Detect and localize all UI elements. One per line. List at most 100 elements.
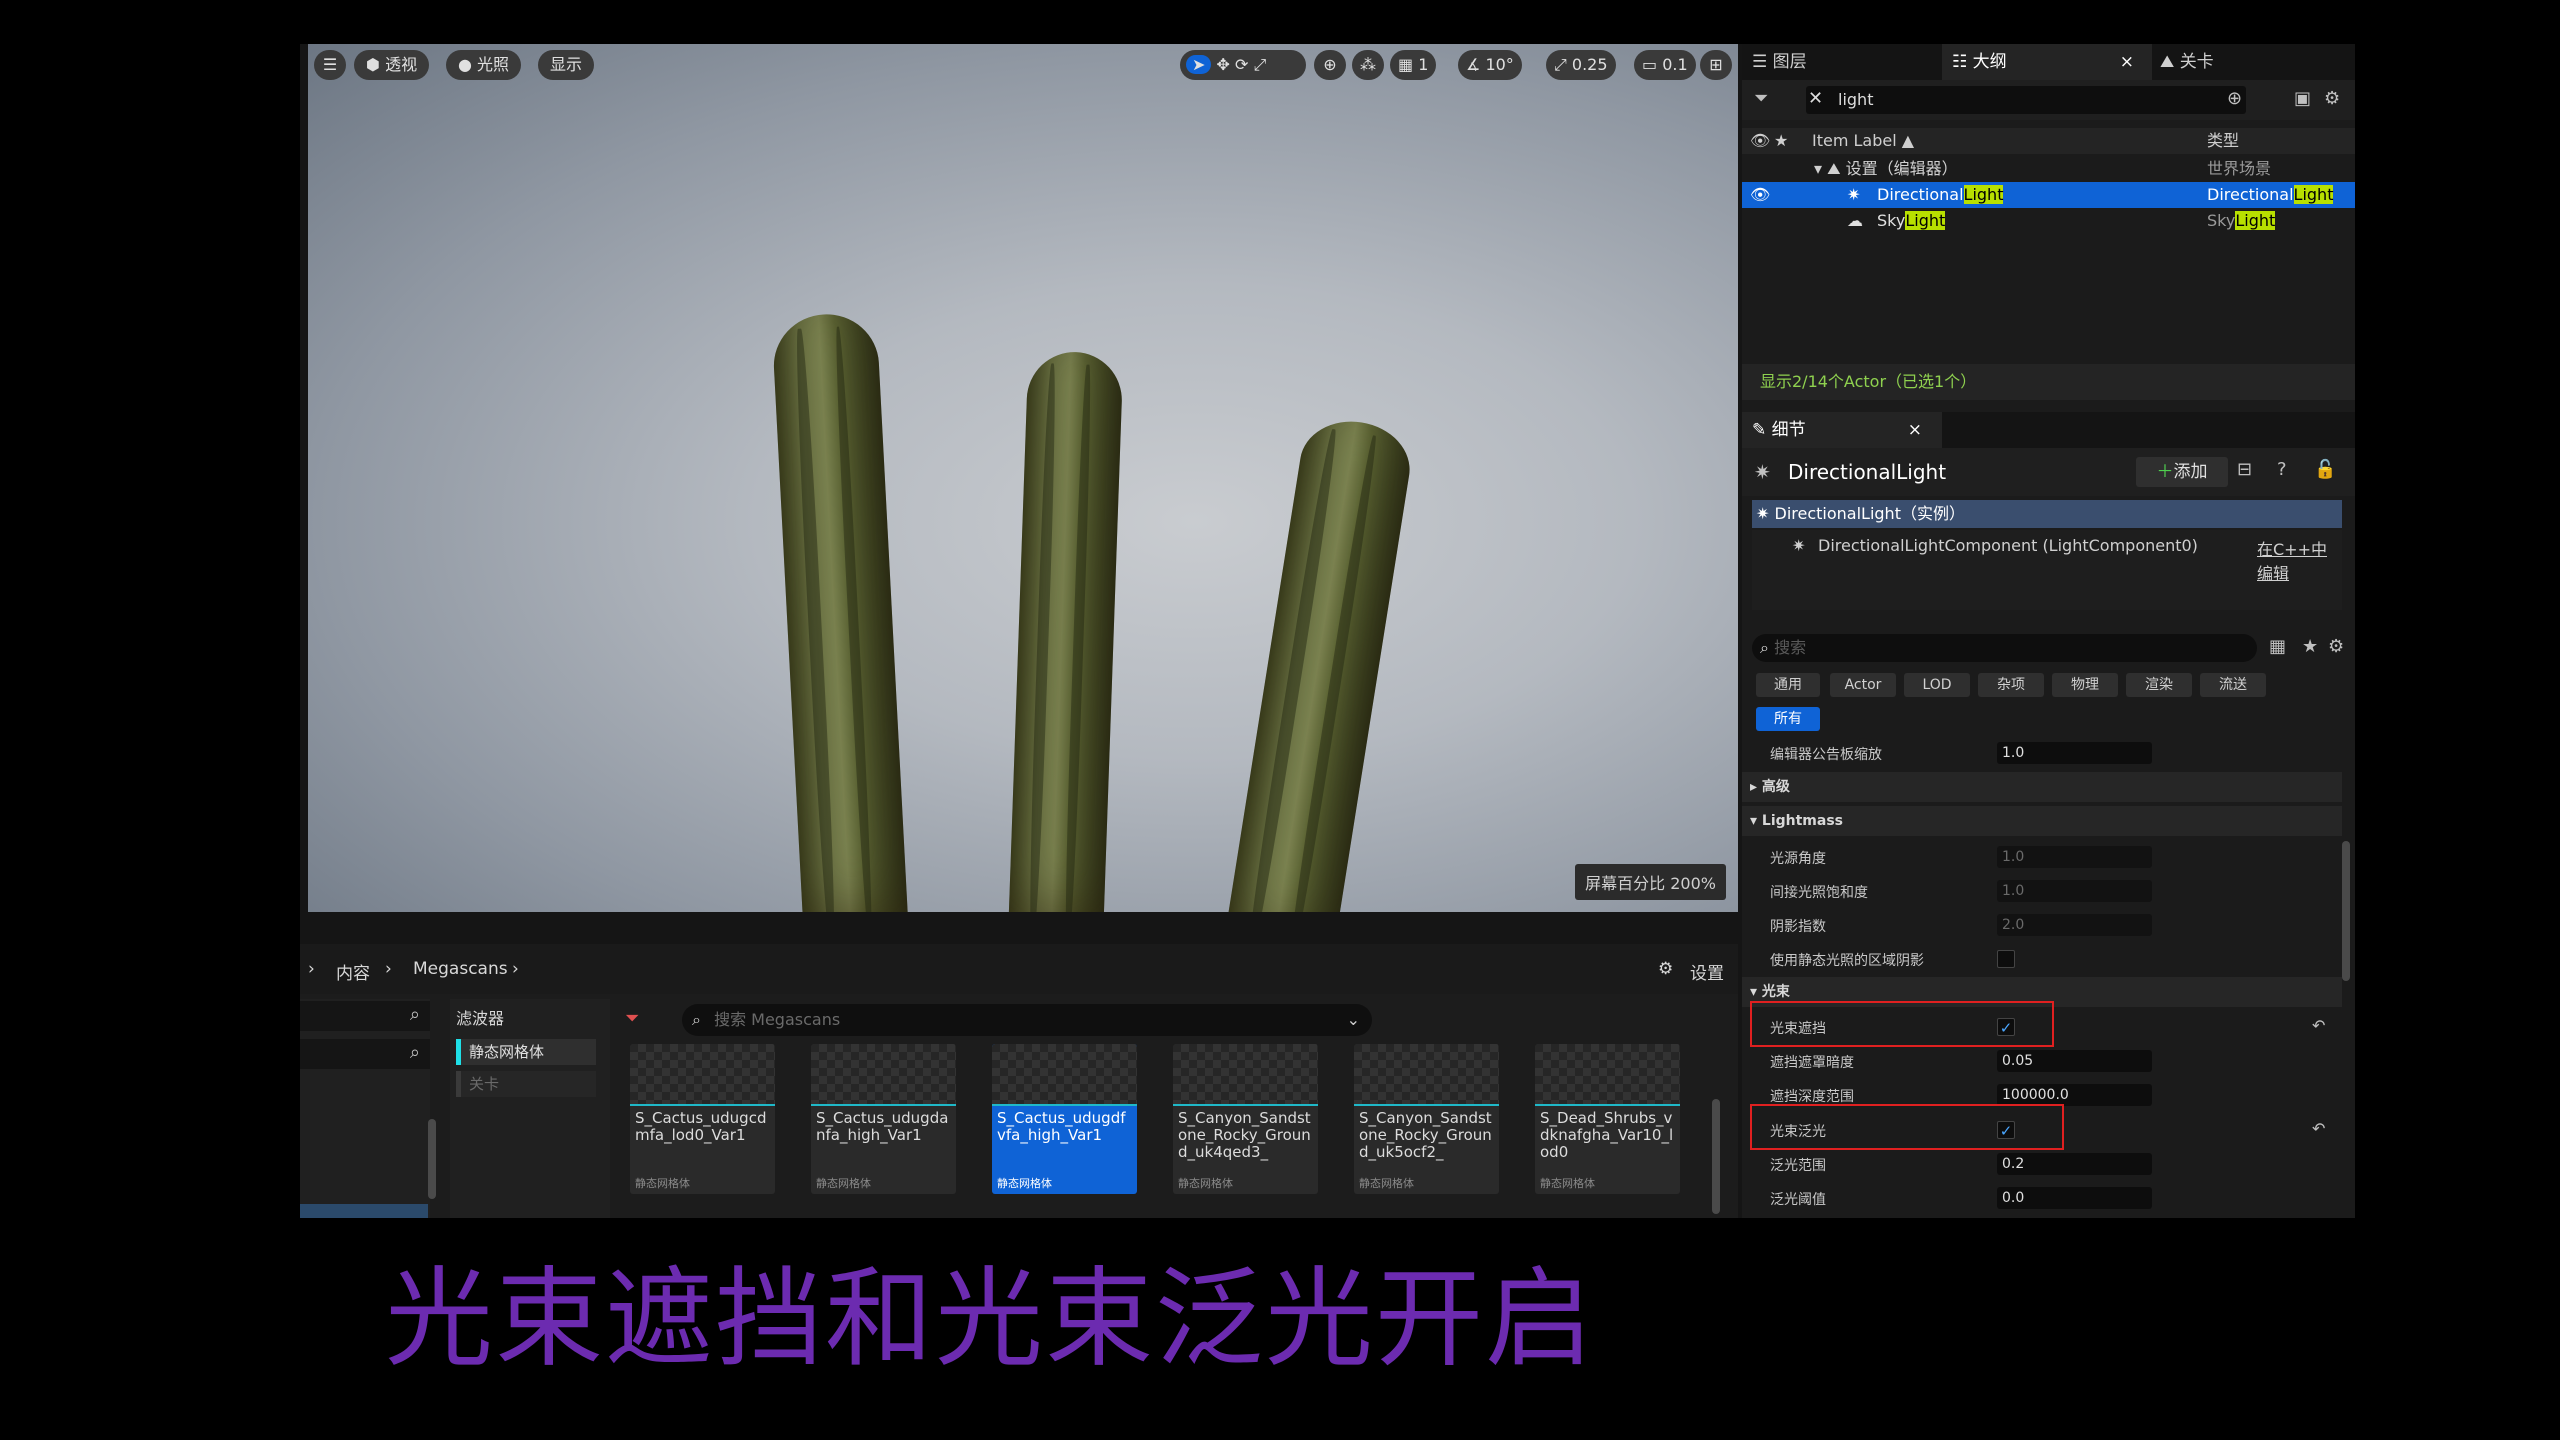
details-search-input[interactable]: ⌕ 搜索 (1752, 634, 2257, 662)
breadcrumb-megascans[interactable]: Megascans (413, 959, 508, 979)
eye-icon[interactable]: 👁 (1750, 182, 1770, 208)
category-lightmass[interactable]: ▾ Lightmass (1742, 806, 2342, 836)
filter-streaming[interactable]: 流送 (2200, 673, 2266, 697)
filter-static-mesh[interactable]: 静态网格体 (456, 1039, 596, 1065)
details-scrollbar[interactable] (2342, 841, 2350, 981)
prop-row-shadow-exponent: 阴影指数 2.0 (1742, 908, 2342, 942)
edit-in-cpp-link[interactable]: 在C++中编辑 (2257, 536, 2342, 584)
outliner-folder[interactable]: ▾ ⛰ 设置（编辑器） 世界场景 (1742, 156, 2355, 182)
light-icon: ✷ (1756, 504, 1770, 523)
prop-value[interactable]: 0.0 (1997, 1187, 2152, 1209)
move-icon[interactable]: ✥ (1217, 55, 1230, 74)
reset-icon[interactable]: ↶ (2312, 1119, 2325, 1138)
rotate-icon[interactable]: ⟳ (1235, 55, 1248, 74)
prop-value[interactable]: 0.05 (1997, 1050, 2152, 1072)
breadcrumb-content[interactable]: 内容 (336, 959, 370, 984)
show-button[interactable]: 显示 (538, 50, 595, 80)
outliner-tabbar: ☰ 图层 ☷ 大纲 × ⛰ 关卡 (1742, 44, 2355, 80)
select-icon[interactable]: ➤ (1186, 55, 1212, 74)
gear-icon[interactable]: ⚙ (2328, 636, 2344, 657)
scale-icon[interactable]: ⤢ (1254, 55, 1267, 74)
search-icon: ⌕ (692, 1010, 701, 1029)
filter-lod[interactable]: LOD (1904, 673, 1970, 697)
col-item-label[interactable]: Item Label ▲ (1812, 128, 1914, 154)
collections-search[interactable]: ⌕ (300, 1039, 430, 1069)
tab-details[interactable]: ✎ 细节 × (1742, 412, 1942, 448)
filter-actor[interactable]: Actor (1830, 673, 1896, 697)
asset-tile[interactable]: S_Cactus_udugcdmfa_lod0_Var1 静态网格体 (630, 1044, 775, 1194)
filter-physics[interactable]: 物理 (2052, 673, 2118, 697)
gear-icon[interactable]: ⚙ (1658, 959, 1673, 979)
star-icon[interactable]: ★ (2302, 636, 2318, 657)
prop-value[interactable]: 0.2 (1997, 1153, 2152, 1175)
scale-snap-button[interactable]: ⤢ 0.25 (1546, 50, 1616, 80)
prop-row-occlusion-mask-darkness: 遮挡遮罩暗度 0.05 (1742, 1044, 2342, 1078)
transform-tools[interactable]: ➤ ✥ ⟳ ⤢ (1180, 50, 1306, 80)
camera-speed-button[interactable]: ▭ 0.1 (1634, 50, 1696, 80)
sources-search[interactable]: ⌕ (300, 1001, 430, 1031)
hamburger-icon[interactable]: ☰ (314, 50, 346, 80)
asset-tile[interactable]: S_Dead_Shrubs_vdknafgha_Var10_lod0 静态网格体 (1535, 1044, 1680, 1194)
area-shadows-checkbox[interactable] (1997, 950, 2015, 968)
filter-misc[interactable]: 杂项 (1978, 673, 2044, 697)
asset-grid-scrollbar[interactable] (1712, 1099, 1720, 1214)
component-label[interactable]: DirectionalLightComponent (LightComponen… (1818, 536, 2198, 555)
blueprint-icon[interactable]: ⊟ (2237, 459, 2252, 480)
lock-icon[interactable]: 🔓 (2314, 459, 2336, 480)
prop-value[interactable]: 2.0 (1997, 914, 2152, 936)
sources-scrollbar[interactable] (428, 1119, 436, 1199)
filter-all[interactable]: 所有 (1756, 707, 1820, 731)
prop-label: 遮挡深度范围 (1770, 1089, 1854, 1105)
folder-icon[interactable]: ▣ (2294, 88, 2311, 109)
outliner-search-input[interactable]: ✕ light (1806, 86, 2246, 114)
world-local-icon[interactable]: ⊕ (1314, 50, 1346, 80)
gear-icon[interactable]: ⚙ (2324, 88, 2340, 109)
close-icon[interactable]: × (2120, 44, 2134, 80)
selected-folder[interactable] (300, 1204, 428, 1218)
filter-general[interactable]: 通用 (1756, 673, 1820, 697)
star-icon[interactable]: ★ (1774, 128, 1788, 154)
folder-expand-icon[interactable]: ▾ ⛰ 设置（编辑器） (1814, 156, 1958, 182)
filter-icon[interactable]: ⏷ (1754, 88, 1768, 109)
asset-search-input[interactable]: ⌕ 搜索 Megascans ⌄ (682, 1004, 1372, 1036)
chevron-down-icon[interactable]: ⌄ (1347, 1004, 1360, 1036)
clear-search-icon[interactable]: ✕ (1808, 88, 1823, 109)
add-icon[interactable]: ⊕ (2227, 88, 2242, 109)
tab-outliner[interactable]: ☷ 大纲 × (1942, 44, 2152, 80)
grid-snap-button[interactable]: ▦ 1 (1390, 50, 1437, 80)
add-component-button[interactable]: ＋添加 (2136, 457, 2228, 487)
prop-value[interactable]: 1.0 (1997, 846, 2152, 868)
category-advanced[interactable]: ▸ 高级 (1742, 772, 2342, 802)
chevron-right-icon[interactable]: › (308, 959, 315, 979)
asset-tile[interactable]: S_Cactus_udugdfvfa_high_Var1 静态网格体 (992, 1044, 1137, 1194)
prop-value[interactable]: 1.0 (1997, 880, 2152, 902)
filter-level[interactable]: 关卡 (456, 1071, 596, 1097)
browser-settings-button[interactable]: 设置 (1690, 959, 1724, 984)
viewport-layout-icon[interactable]: ⊞ (1700, 50, 1732, 80)
level-viewport[interactable]: ☰ ⬢ 透视 ● 光照 显示 ➤ ✥ ⟳ ⤢ ⊕ ⁂ ▦ 1 ∡ 10° ⤢ 0… (308, 44, 1738, 912)
asset-tile[interactable]: S_Cactus_udugdanfa_high_Var1 静态网格体 (811, 1044, 956, 1194)
actor-name[interactable]: DirectionalLight (1788, 460, 1946, 484)
eye-icon[interactable]: 👁 (1750, 128, 1770, 154)
filter-rendering[interactable]: 渲染 (2126, 673, 2192, 697)
angle-snap-button[interactable]: ∡ 10° (1458, 50, 1522, 80)
outliner-item-directionallight[interactable]: 👁 ✷ DirectionalLight DirectionalLight (1742, 182, 2355, 208)
close-icon[interactable]: × (1908, 412, 1922, 448)
tab-levels[interactable]: ⛰ 关卡 (2152, 44, 2350, 80)
reset-icon[interactable]: ↶ (2312, 1016, 2325, 1035)
prop-value[interactable]: 100000.0 (1997, 1084, 2152, 1106)
perspective-mode-button[interactable]: ⬢ 透视 (354, 50, 430, 80)
prop-value[interactable]: 1.0 (1997, 742, 2152, 764)
help-icon[interactable]: ? (2277, 459, 2287, 480)
skylight-icon: ☁ (1847, 211, 1863, 230)
tab-layers[interactable]: ☰ 图层 (1742, 44, 1952, 80)
lit-mode-button[interactable]: ● 光照 (446, 50, 522, 80)
col-type[interactable]: 类型 (2207, 128, 2239, 154)
asset-tile[interactable]: S_Canyon_Sandstone_Rocky_Ground_uk5ocf2_… (1354, 1044, 1499, 1194)
grid-view-icon[interactable]: ▦ (2269, 636, 2286, 657)
filter-icon[interactable]: ⏷ (625, 1008, 639, 1029)
outliner-item-skylight[interactable]: ☁ SkyLight SkyLight (1742, 208, 2355, 234)
asset-tile[interactable]: S_Canyon_Sandstone_Rocky_Ground_uk4qed3_… (1173, 1044, 1318, 1194)
component-instance-row[interactable]: ✷ DirectionalLight（实例） (1752, 500, 2342, 528)
surface-snap-icon[interactable]: ⁂ (1352, 50, 1384, 80)
